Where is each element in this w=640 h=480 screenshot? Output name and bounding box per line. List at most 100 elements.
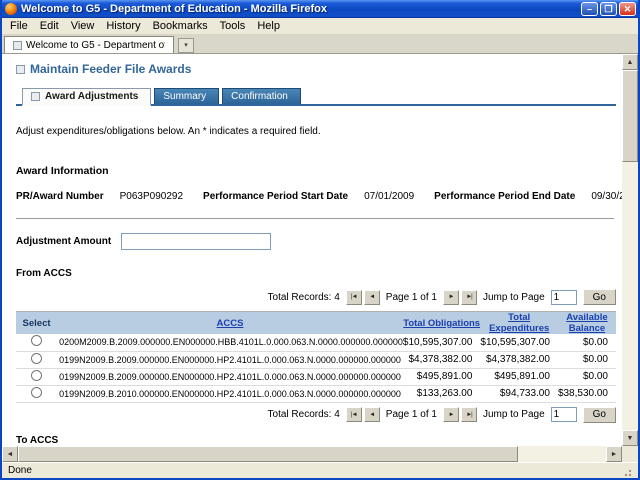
tab-confirmation-label: Confirmation (231, 91, 288, 102)
page-title: Maintain Feeder File Awards (30, 62, 191, 76)
scroll-right-icon[interactable]: ► (606, 446, 622, 462)
tab-icon (31, 92, 40, 101)
jump-to-page-input[interactable] (551, 407, 577, 422)
jump-to-page-label: Jump to Page (483, 292, 545, 303)
browser-tab[interactable]: Welcome to G5 - Department of Edu... (4, 36, 174, 53)
tab-award-adjustments[interactable]: Award Adjustments (22, 88, 151, 106)
scroll-down-icon[interactable]: ▼ (622, 430, 638, 446)
accs-value: 0199N2009.B.2009.000000.EN000000.HP2.410… (57, 368, 403, 385)
next-page-button[interactable]: ► (443, 290, 459, 305)
menu-history[interactable]: History (100, 19, 146, 33)
browser-tab-strip: Welcome to G5 - Department of Edu... ▾ (2, 35, 638, 54)
expenditures-value: $94,733.00 (480, 385, 558, 402)
tab-summary[interactable]: Summary (154, 88, 219, 104)
next-page-button[interactable]: ► (443, 407, 459, 422)
accs-value: 0199N2009.B.2009.000000.EN000000.HP2.410… (57, 351, 403, 368)
accs-table: Select ACCS Total Obligations Total Expe… (16, 311, 616, 403)
menu-help[interactable]: Help (251, 19, 286, 33)
resize-grip[interactable] (620, 465, 632, 477)
go-button[interactable]: Go (583, 407, 616, 423)
minimize-button[interactable]: – (581, 2, 598, 16)
balance-value: $0.00 (558, 351, 616, 368)
status-text: Done (8, 465, 32, 476)
title-bar: Welcome to G5 - Department of Education … (2, 0, 638, 18)
scroll-up-icon[interactable]: ▲ (622, 54, 638, 70)
vertical-scrollbar[interactable]: ▲ ▼ (622, 54, 638, 446)
balance-value: $0.00 (558, 334, 616, 351)
performance-start-value: 07/01/2009 (364, 191, 414, 202)
from-accs-label: From ACCS (16, 268, 616, 279)
firefox-icon (5, 3, 17, 15)
scrollbar-corner (622, 446, 638, 462)
close-button[interactable]: ✕ (619, 2, 636, 16)
row-radio[interactable] (31, 335, 42, 346)
app-tab-bar: Award Adjustments Summary Confirmation (16, 88, 616, 106)
last-page-button[interactable]: ►| (461, 407, 477, 422)
row-radio[interactable] (31, 370, 42, 381)
table-row: 0200M2009.B.2009.000000.EN000000.HBB.410… (16, 334, 616, 351)
first-page-button[interactable]: |◄ (346, 290, 362, 305)
expenditures-value: $10,595,307.00 (480, 334, 558, 351)
tab-confirmation[interactable]: Confirmation (222, 88, 301, 104)
page-viewport: Maintain Feeder File Awards Award Adjust… (2, 54, 622, 446)
page-title-row: Maintain Feeder File Awards (16, 62, 616, 76)
menu-view[interactable]: View (65, 19, 101, 33)
balance-value: $38,530.00 (558, 385, 616, 402)
horizontal-scrollbar[interactable]: ◄ ► (2, 446, 638, 462)
list-tabs-button[interactable]: ▾ (178, 38, 194, 53)
adjustment-amount-input[interactable] (121, 233, 271, 250)
page-indicator: Page 1 of 1 (386, 292, 437, 303)
table-row: 0199N2009.B.2009.000000.EN000000.HP2.410… (16, 351, 616, 368)
total-records: Total Records: 4 (268, 409, 340, 420)
section-bullet-icon (16, 65, 25, 74)
scroll-left-icon[interactable]: ◄ (2, 446, 18, 462)
performance-start-label: Performance Period Start Date (203, 191, 348, 202)
expenditures-value: $495,891.00 (480, 368, 558, 385)
header-total-obligations[interactable]: Total Obligations (403, 312, 481, 335)
page-favicon (13, 41, 22, 50)
header-accs[interactable]: ACCS (57, 312, 403, 335)
divider (16, 218, 614, 219)
table-header-row: Select ACCS Total Obligations Total Expe… (16, 312, 616, 335)
obligations-value: $10,595,307.00 (403, 334, 481, 351)
horizontal-scroll-thumb[interactable] (18, 446, 518, 462)
table-row: 0199N2009.B.2010.000000.EN000000.HP2.410… (16, 385, 616, 402)
row-radio[interactable] (31, 353, 42, 364)
performance-end-label: Performance Period End Date (434, 191, 575, 202)
pagination-top: Total Records: 4 |◄ ◄ Page 1 of 1 ► ►| J… (16, 289, 616, 305)
expenditures-value: $4,378,382.00 (480, 351, 558, 368)
menu-bookmarks[interactable]: Bookmarks (147, 19, 214, 33)
obligations-value: $4,378,382.00 (403, 351, 481, 368)
jump-to-page-input[interactable] (551, 290, 577, 305)
row-radio[interactable] (31, 387, 42, 398)
accs-value: 0200M2009.B.2009.000000.EN000000.HBB.410… (57, 334, 403, 351)
menu-tools[interactable]: Tools (214, 19, 252, 33)
award-information-heading: Award Information (16, 165, 616, 177)
prev-page-button[interactable]: ◄ (364, 407, 380, 422)
header-total-expenditures[interactable]: Total Expenditures (480, 312, 558, 335)
menu-edit[interactable]: Edit (34, 19, 65, 33)
tab-award-adjustments-label: Award Adjustments (45, 91, 138, 102)
tab-summary-label: Summary (163, 91, 206, 102)
pr-award-number-label: PR/Award Number (16, 191, 104, 202)
window-title: Welcome to G5 - Department of Education … (21, 3, 579, 15)
table-row: 0199N2009.B.2009.000000.EN000000.HP2.410… (16, 368, 616, 385)
last-page-button[interactable]: ►| (461, 290, 477, 305)
balance-value: $0.00 (558, 368, 616, 385)
menu-file[interactable]: File (4, 19, 34, 33)
header-available-balance[interactable]: Available Balance (558, 312, 616, 335)
maximize-button[interactable]: ❐ (600, 2, 617, 16)
header-select: Select (16, 312, 57, 335)
first-page-button[interactable]: |◄ (346, 407, 362, 422)
vertical-scroll-thumb[interactable] (622, 70, 638, 162)
adjustment-amount-row: Adjustment Amount (16, 233, 616, 250)
browser-tab-title: Welcome to G5 - Department of Edu... (26, 40, 165, 51)
go-button[interactable]: Go (583, 289, 616, 305)
jump-to-page-label: Jump to Page (483, 409, 545, 420)
adjustment-amount-label: Adjustment Amount (16, 236, 111, 247)
vertical-scroll-track[interactable] (622, 70, 638, 430)
prev-page-button[interactable]: ◄ (364, 290, 380, 305)
menu-bar: File Edit View History Bookmarks Tools H… (2, 18, 638, 35)
horizontal-scroll-track[interactable] (18, 446, 606, 462)
performance-end-value: 09/30/2015 (591, 191, 622, 202)
